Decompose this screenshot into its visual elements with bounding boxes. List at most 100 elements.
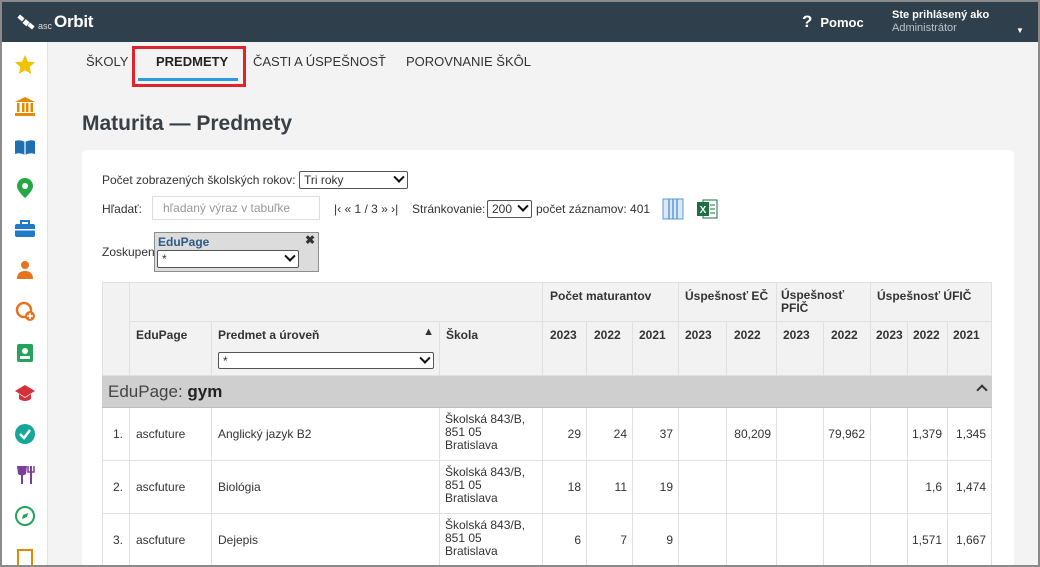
header-pfic-label: Úspešnosť PFIČ — [781, 288, 845, 315]
table-cell-uf23 — [871, 514, 908, 565]
table-cell-p23: 18 — [543, 461, 587, 514]
paging-value: 200 — [492, 202, 513, 216]
tab-bar: ŠKOLY PREDMETY ČASTI A ÚSPEŠNOSŤ POROVNA… — [48, 42, 1038, 87]
header-year[interactable]: 2022 — [824, 322, 871, 376]
header-year[interactable]: 2023 — [679, 322, 727, 376]
excel-icon[interactable]: X — [696, 198, 718, 220]
table-row[interactable]: 3. ascfuture Dejepis Školská 843/B, 851 05 Br… — [102, 514, 992, 565]
cell-value: 80,209 — [734, 427, 771, 441]
app-logo[interactable]: asc Orbit — [16, 10, 93, 34]
satellite-icon — [17, 14, 35, 30]
student-icon[interactable] — [12, 257, 38, 283]
columns-icon[interactable] — [662, 198, 684, 220]
table-cell-no: 3. — [102, 514, 130, 565]
header-edupage[interactable]: EduPage — [130, 322, 212, 376]
table-row[interactable]: 2. ascfuture Biológia Školská 843/B, 851 05 B… — [102, 461, 992, 514]
close-icon[interactable]: ✖ — [305, 233, 315, 247]
table-cell-skola: Školská 843/B, 851 05 Bratislava — [440, 514, 543, 565]
year-label: 2022 — [594, 328, 621, 342]
chevron-up-icon[interactable] — [976, 384, 988, 396]
cell-value: 1,345 — [955, 427, 986, 441]
top-bar: asc Orbit ? Pomoc Ste prihlásený ako Adm… — [2, 2, 1038, 42]
graduation-add-icon[interactable] — [12, 298, 38, 324]
header-year[interactable]: 2023 — [543, 322, 587, 376]
user-menu[interactable]: Ste prihlásený ako Administrátor — [892, 9, 989, 35]
grouping-select[interactable]: * — [157, 250, 299, 268]
header-cell-rownum — [102, 282, 130, 376]
tab-porovnanie[interactable]: POROVNANIE ŠKÔL — [406, 54, 531, 69]
cell-value: Anglický jazyk B2 — [218, 427, 312, 441]
table-cell-predmet: Dejepis — [212, 514, 440, 565]
document-icon[interactable] — [12, 544, 38, 565]
cell-value: Biológia — [218, 480, 261, 494]
cell-value: 1,379 — [911, 427, 942, 441]
header-year[interactable]: 2023 — [871, 322, 908, 376]
header-year[interactable]: 2021 — [633, 322, 679, 376]
years-select[interactable]: Tri roky — [299, 171, 408, 189]
table-cell-uf22: 1,379 — [908, 408, 948, 461]
chevron-down-icon — [284, 250, 296, 262]
year-label: 2022 — [913, 328, 940, 342]
header-year[interactable]: 2022 — [908, 322, 948, 376]
header-year[interactable]: 2023 — [777, 322, 824, 376]
header-year[interactable]: 2021 — [948, 322, 992, 376]
cell-value: 29 — [567, 427, 581, 441]
predmet-filter-select[interactable]: * — [218, 352, 434, 369]
cell-value: 1. — [112, 427, 123, 441]
table-cell-p23: 6 — [543, 514, 587, 565]
bank-icon[interactable] — [12, 93, 38, 119]
school-address-line: Bratislava — [445, 491, 498, 505]
help-button[interactable]: ? Pomoc — [802, 12, 864, 32]
header-pfic[interactable]: Úspešnosť PFIČ — [777, 282, 871, 322]
year-label: 2022 — [831, 328, 858, 342]
table-cell-p22: 7 — [587, 514, 633, 565]
group-row[interactable]: EduPage: gym — [102, 376, 992, 408]
user-line1: Ste prihlásený ako — [892, 9, 990, 21]
pager-controls[interactable]: |‹ « 1 / 3 » ›| — [334, 202, 398, 216]
cell-value: 1,571 — [911, 533, 942, 547]
table-cell-edupage: ascfuture — [130, 461, 212, 514]
cell-value: ascfuture — [136, 427, 186, 441]
header-predmet[interactable]: Predmet a úroveň ▲ * — [212, 322, 440, 376]
table-cell-predmet: Biológia — [212, 461, 440, 514]
star-icon[interactable] — [12, 52, 38, 78]
cutlery-icon[interactable] — [12, 462, 38, 488]
cell-value: ascfuture — [136, 480, 186, 494]
header-ufic[interactable]: Úspešnosť ÚFIČ — [871, 282, 992, 322]
cell-value: 19 — [659, 480, 673, 494]
header-ec[interactable]: Úspešnosť EČ — [679, 282, 777, 322]
records-count: počet záznamov: 401 — [536, 202, 651, 216]
table-row[interactable]: 1. ascfuture Anglický jazyk B2 Školská 843/… — [102, 408, 992, 461]
table-cell-edupage: ascfuture — [130, 514, 212, 565]
table-cell-uf22: 1,571 — [908, 514, 948, 565]
header-pocet[interactable]: Počet maturantov — [543, 282, 679, 322]
year-label: 2023 — [685, 328, 712, 342]
search-input[interactable]: hľadaný výraz v tabuľke — [152, 196, 320, 220]
paging-label: Stránkovanie: — [412, 202, 486, 216]
cell-value: 9 — [666, 533, 673, 547]
map-pin-icon[interactable] — [12, 175, 38, 201]
paging-select[interactable]: 200 — [487, 200, 532, 218]
cell-value: 1,667 — [955, 533, 986, 547]
table-cell-uf22: 1,6 — [908, 461, 948, 514]
table-cell-pf23 — [777, 461, 824, 514]
compass-icon[interactable] — [12, 503, 38, 529]
header-year[interactable]: 2022 — [587, 322, 633, 376]
chevron-down-icon[interactable]: ▼ — [1016, 26, 1024, 35]
header-year[interactable]: 2022 — [727, 322, 777, 376]
tab-casti[interactable]: ČASTI A ÚSPEŠNOSŤ — [253, 54, 386, 69]
table-cell-no: 1. — [102, 408, 130, 461]
tab-skoly[interactable]: ŠKOLY — [86, 54, 128, 69]
check-circle-icon[interactable] — [12, 421, 38, 447]
logo-text: Orbit — [54, 12, 94, 31]
briefcase-icon[interactable] — [12, 216, 38, 242]
table-cell-p22: 11 — [587, 461, 633, 514]
sort-asc-icon[interactable]: ▲ — [423, 326, 434, 338]
grouping-title: EduPage — [158, 235, 210, 249]
badge-icon[interactable] — [12, 339, 38, 365]
graduation-cap-icon[interactable] — [12, 380, 38, 406]
table-cell-uf21: 1,345 — [948, 408, 992, 461]
header-skola[interactable]: Škola — [440, 322, 543, 376]
book-icon[interactable] — [12, 134, 38, 160]
search-placeholder: hľadaný výraz v tabuľke — [163, 201, 291, 215]
